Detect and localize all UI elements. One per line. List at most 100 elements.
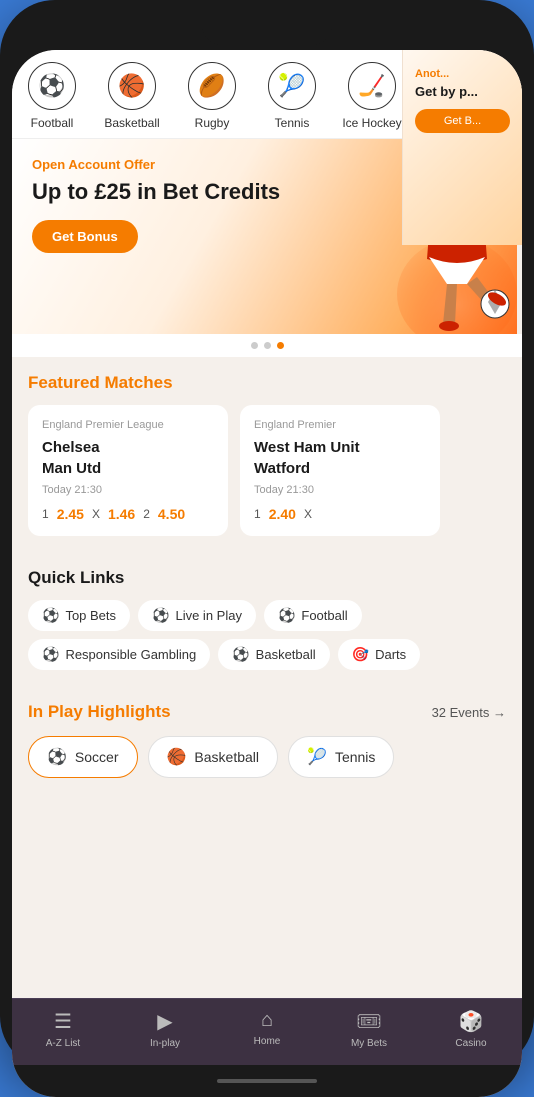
top-bets-icon: ⚽ bbox=[42, 607, 59, 624]
get-bonus-button[interactable]: Get Bonus bbox=[32, 220, 138, 253]
match-league-2: England Premier bbox=[254, 419, 426, 431]
team1-1: Chelsea bbox=[42, 439, 100, 456]
banner-wrapper: Open Account Offer Up to £25 in Bet Cred… bbox=[12, 139, 522, 334]
nav-in-play[interactable]: ▶ In-play bbox=[114, 1009, 216, 1049]
inplay-events[interactable]: 32 Events → bbox=[432, 705, 506, 720]
basketball-icon: 🏀 bbox=[108, 62, 156, 110]
nav-az-list[interactable]: ☰ A-Z List bbox=[12, 1009, 114, 1049]
sport-label-ice-hockey: Ice Hockey bbox=[342, 116, 401, 130]
sport-label-basketball: Basketball bbox=[104, 116, 159, 130]
match-odds-1: 1 2.45 X 1.46 2 4.50 bbox=[42, 506, 214, 522]
odd-label-1-2: 2 bbox=[143, 507, 150, 521]
inplay-tab-basketball[interactable]: 🏀 Basketball bbox=[148, 736, 279, 778]
football-icon: ⚽ bbox=[28, 62, 76, 110]
sport-item-tennis[interactable]: 🎾 Tennis bbox=[252, 62, 332, 130]
odd-x-1: X bbox=[92, 507, 100, 521]
sport-item-rugby[interactable]: 🏉 Rugby bbox=[172, 62, 252, 130]
home-icon: ⌂ bbox=[261, 1009, 273, 1032]
sport-item-football[interactable]: ⚽ Football bbox=[12, 62, 92, 130]
top-bets-label: Top Bets bbox=[65, 608, 116, 623]
dot-1[interactable] bbox=[251, 342, 258, 349]
odd-value-1-2[interactable]: 4.50 bbox=[158, 506, 185, 522]
match-teams-1: Chelsea Man Utd bbox=[42, 437, 214, 479]
az-list-icon: ☰ bbox=[54, 1009, 72, 1034]
odd-x-2: X bbox=[304, 507, 312, 521]
team1-2: West Ham Unit bbox=[254, 439, 360, 456]
odd-value-2-1[interactable]: 2.40 bbox=[269, 506, 296, 522]
darts-label: Darts bbox=[375, 647, 406, 662]
basketball-tab-icon: 🏀 bbox=[167, 747, 187, 767]
bottom-nav: ☰ A-Z List ▶ In-play ⌂ Home 🎟 My Bets 🎲 … bbox=[12, 998, 522, 1065]
odd-value-1-1[interactable]: 2.45 bbox=[57, 506, 84, 522]
responsible-icon: ⚽ bbox=[42, 646, 59, 663]
tennis-tab-icon: 🎾 bbox=[307, 747, 327, 767]
inplay-section: In Play Highlights 32 Events → ⚽ Soccer … bbox=[12, 686, 522, 794]
ice-hockey-icon: 🏒 bbox=[348, 62, 396, 110]
odd-label-1-1: 1 bbox=[42, 507, 49, 521]
dot-2[interactable] bbox=[264, 342, 271, 349]
soccer-tab-label: Soccer bbox=[75, 749, 119, 765]
inplay-tab-soccer[interactable]: ⚽ Soccer bbox=[28, 736, 138, 778]
football-chip-icon: ⚽ bbox=[278, 607, 295, 624]
inplay-title: In Play Highlights bbox=[28, 702, 171, 722]
live-in-play-icon: ⚽ bbox=[152, 607, 169, 624]
inplay-header: In Play Highlights 32 Events → bbox=[28, 702, 506, 722]
featured-matches-section: Featured Matches England Premier League … bbox=[12, 357, 522, 552]
nav-home[interactable]: ⌂ Home bbox=[216, 1009, 318, 1049]
featured-matches-title: Featured Matches bbox=[28, 373, 506, 393]
quick-links-section: Quick Links ⚽ Top Bets ⚽ Live in Play ⚽ … bbox=[12, 552, 522, 686]
sport-label-tennis: Tennis bbox=[275, 116, 310, 130]
casino-icon: 🎲 bbox=[459, 1009, 484, 1034]
soccer-tab-icon: ⚽ bbox=[47, 747, 67, 767]
tennis-tab-label: Tennis bbox=[335, 749, 375, 765]
banner-dots bbox=[12, 334, 522, 357]
matches-scroll[interactable]: England Premier League Chelsea Man Utd T… bbox=[28, 405, 506, 536]
match-card-chelsea[interactable]: England Premier League Chelsea Man Utd T… bbox=[28, 405, 228, 536]
quick-link-responsible[interactable]: ⚽ Responsible Gambling bbox=[28, 639, 210, 670]
inplay-tabs: ⚽ Soccer 🏀 Basketball 🎾 Tennis bbox=[28, 736, 506, 778]
sport-label-football: Football bbox=[31, 116, 74, 130]
az-list-label: A-Z List bbox=[46, 1038, 80, 1049]
nav-casino[interactable]: 🎲 Casino bbox=[420, 1009, 522, 1049]
home-indicator bbox=[12, 1065, 522, 1097]
in-play-icon: ▶ bbox=[157, 1009, 172, 1034]
basketball-chip-label: Basketball bbox=[256, 647, 316, 662]
in-play-label: In-play bbox=[150, 1038, 180, 1049]
match-time-2: Today 21:30 bbox=[254, 484, 426, 496]
quick-link-top-bets[interactable]: ⚽ Top Bets bbox=[28, 600, 130, 631]
sport-item-ice-hockey[interactable]: 🏒 Ice Hockey bbox=[332, 62, 412, 130]
next-banner: Anot... Get by p... Get B... bbox=[402, 139, 522, 245]
match-card-westham[interactable]: England Premier West Ham Unit Watford To… bbox=[240, 405, 440, 536]
sport-label-rugby: Rugby bbox=[195, 116, 230, 130]
match-odds-2: 1 2.40 X bbox=[254, 506, 426, 522]
rugby-icon: 🏉 bbox=[188, 62, 236, 110]
notch-area bbox=[12, 12, 522, 50]
basketball-chip-icon: ⚽ bbox=[232, 646, 249, 663]
odd-value-1-x[interactable]: 1.46 bbox=[108, 506, 135, 522]
quick-link-football[interactable]: ⚽ Football bbox=[264, 600, 362, 631]
responsible-label: Responsible Gambling bbox=[65, 647, 196, 662]
inplay-tab-tennis[interactable]: 🎾 Tennis bbox=[288, 736, 394, 778]
quick-link-basketball[interactable]: ⚽ Basketball bbox=[218, 639, 329, 670]
nav-my-bets[interactable]: 🎟 My Bets bbox=[318, 1009, 420, 1049]
sport-item-basketball[interactable]: 🏀 Basketball bbox=[92, 62, 172, 130]
match-time-1: Today 21:30 bbox=[42, 484, 214, 496]
quick-links-grid: ⚽ Top Bets ⚽ Live in Play ⚽ Football ⚽ R… bbox=[28, 600, 506, 670]
quick-link-live-in-play[interactable]: ⚽ Live in Play bbox=[138, 600, 256, 631]
phone-screen: ⚽ Football 🏀 Basketball 🏉 Rugby 🎾 Tennis… bbox=[12, 50, 522, 1097]
banner-title: Up to £25 in Bet Credits bbox=[32, 178, 288, 206]
match-teams-2: West Ham Unit Watford bbox=[254, 437, 426, 479]
home-bar bbox=[217, 1079, 317, 1083]
live-in-play-label: Live in Play bbox=[175, 608, 241, 623]
basketball-tab-label: Basketball bbox=[194, 749, 259, 765]
dot-3[interactable] bbox=[277, 342, 284, 349]
darts-icon: 🎯 bbox=[352, 646, 369, 663]
scrollable-content[interactable]: ⚽ Football 🏀 Basketball 🏉 Rugby 🎾 Tennis… bbox=[12, 50, 522, 998]
phone-device: ⚽ Football 🏀 Basketball 🏉 Rugby 🎾 Tennis… bbox=[0, 0, 534, 1071]
team2-2: Watford bbox=[254, 460, 310, 477]
home-label: Home bbox=[254, 1036, 281, 1047]
match-league-1: England Premier League bbox=[42, 419, 214, 431]
quick-link-darts[interactable]: 🎯 Darts bbox=[338, 639, 421, 670]
team2-1: Man Utd bbox=[42, 460, 101, 477]
quick-links-title: Quick Links bbox=[28, 568, 506, 588]
